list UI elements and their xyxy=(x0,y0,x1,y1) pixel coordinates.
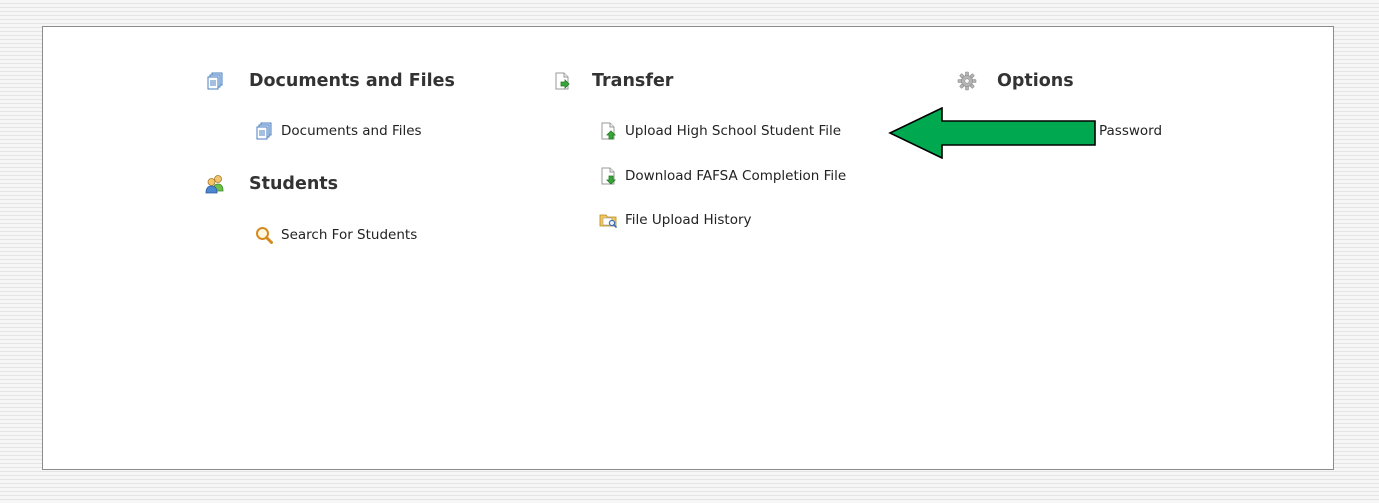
section-heading-documents: Documents and Files xyxy=(205,71,455,91)
upload-file-icon xyxy=(599,122,617,140)
link-documents-and-files[interactable]: Documents and Files xyxy=(255,122,422,140)
transfer-icon xyxy=(552,71,572,91)
link-label: Search For Students xyxy=(281,227,418,243)
documents-icon xyxy=(255,122,273,140)
link-label: Upload High School Student File xyxy=(625,123,842,139)
section-title-options: Options xyxy=(997,71,1074,91)
documents-icon xyxy=(205,71,225,91)
section-title-students: Students xyxy=(249,174,339,194)
students-icon xyxy=(205,174,225,194)
arrow-left-icon xyxy=(888,107,1096,159)
link-search-for-students[interactable]: Search For Students xyxy=(255,226,417,244)
link-label: Download FAFSA Completion File xyxy=(625,168,847,184)
download-file-icon xyxy=(599,167,617,185)
link-label: File Upload History xyxy=(625,212,752,228)
link-label: Password xyxy=(1099,123,1163,139)
link-label: Documents and Files xyxy=(281,123,422,139)
link-download-fafsa-completion-file[interactable]: Download FAFSA Completion File xyxy=(599,167,846,185)
magnifier-icon xyxy=(255,226,273,244)
section-title-transfer: Transfer xyxy=(592,71,674,91)
folder-history-icon xyxy=(599,211,617,229)
gear-icon xyxy=(957,71,977,91)
section-title-documents: Documents and Files xyxy=(249,71,455,91)
section-heading-transfer: Transfer xyxy=(552,71,673,91)
section-heading-options: Options xyxy=(957,71,1074,91)
link-file-upload-history[interactable]: File Upload History xyxy=(599,211,752,229)
link-upload-high-school-student-file[interactable]: Upload High School Student File xyxy=(599,122,841,140)
arrow-shape xyxy=(888,107,1096,159)
section-heading-students: Students xyxy=(205,174,338,194)
main-panel: Documents and Files Documents and Files xyxy=(42,26,1334,470)
